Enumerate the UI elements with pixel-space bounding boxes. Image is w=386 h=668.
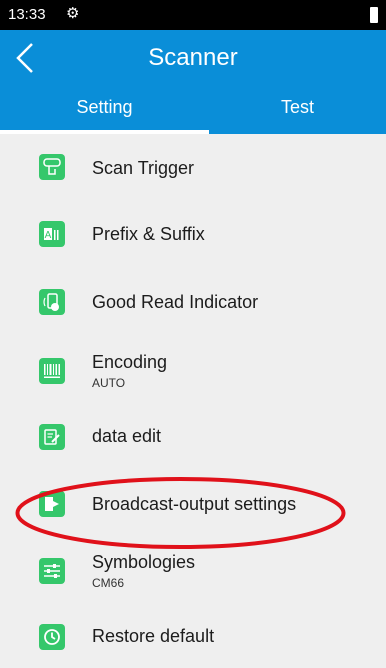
menu-item-subtitle: CM66 bbox=[92, 576, 125, 590]
menu-item-label: Scan Trigger bbox=[92, 158, 195, 178]
menu-item-label: Symbologies bbox=[92, 552, 196, 572]
page-title: Scanner bbox=[148, 44, 238, 71]
menu-item-restore-default[interactable]: Restore default bbox=[0, 604, 386, 668]
settings-list: Scan Trigger A Prefix & Suffix Good Read… bbox=[0, 134, 386, 668]
menu-item-label: Good Read Indicator bbox=[92, 292, 259, 312]
svg-text:A: A bbox=[45, 230, 52, 241]
battery-icon bbox=[370, 7, 378, 23]
tab-setting[interactable]: Setting bbox=[0, 88, 209, 134]
broadcast-output-icon bbox=[39, 491, 65, 517]
prefix-suffix-icon: A bbox=[39, 221, 65, 247]
menu-item-broadcast-output-settings[interactable]: Broadcast-output settings bbox=[0, 468, 386, 536]
menu-item-scan-trigger[interactable]: Scan Trigger bbox=[0, 134, 386, 200]
clock-restore-icon bbox=[39, 624, 65, 650]
good-read-indicator-icon bbox=[39, 289, 65, 315]
menu-item-label: Encoding bbox=[92, 352, 168, 372]
menu-item-symbologies[interactable]: Symbologies CM66 bbox=[0, 536, 386, 604]
status-time: 13:33 bbox=[8, 6, 46, 23]
menu-item-encoding[interactable]: Encoding AUTO bbox=[0, 336, 386, 406]
scan-trigger-icon bbox=[39, 154, 65, 180]
tab-bar: Setting Test bbox=[0, 88, 386, 134]
menu-item-label: Prefix & Suffix bbox=[92, 224, 205, 244]
gear-icon: ⚙ bbox=[66, 5, 80, 22]
tab-test[interactable]: Test bbox=[209, 88, 386, 134]
menu-item-data-edit[interactable]: data edit bbox=[0, 406, 386, 468]
menu-item-label: Restore default bbox=[92, 626, 215, 646]
menu-item-label: Broadcast-output settings bbox=[92, 494, 297, 514]
menu-item-prefix-suffix[interactable]: A Prefix & Suffix bbox=[0, 200, 386, 268]
menu-item-good-read-indicator[interactable]: Good Read Indicator bbox=[0, 268, 386, 336]
status-bar: 13:33 ⚙ bbox=[0, 0, 386, 30]
barcode-encoding-icon bbox=[39, 358, 65, 384]
sliders-icon bbox=[39, 558, 65, 584]
menu-item-label: data edit bbox=[92, 426, 162, 446]
menu-item-subtitle: AUTO bbox=[92, 376, 126, 390]
edit-document-icon bbox=[39, 424, 65, 450]
app-bar: Scanner bbox=[0, 30, 386, 88]
